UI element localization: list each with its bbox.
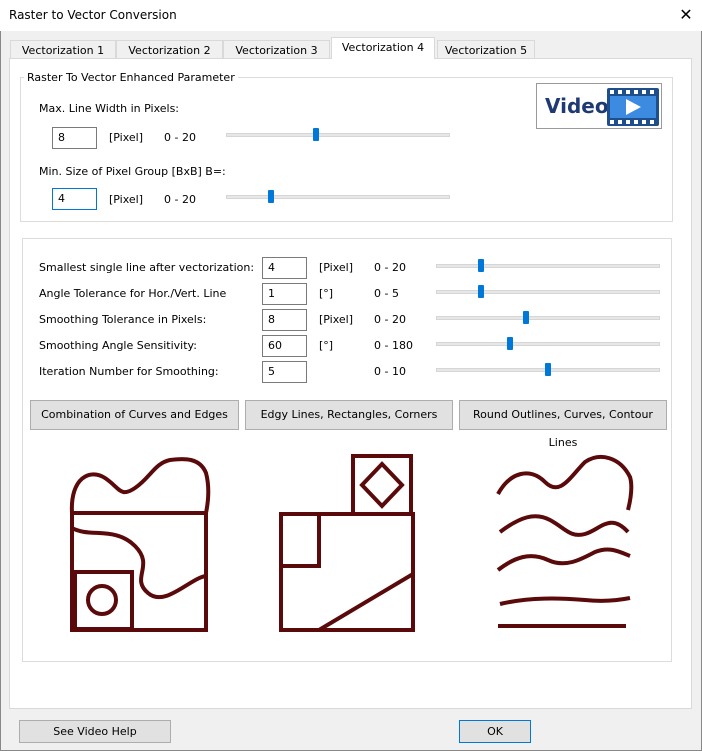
param-label: Iteration Number for Smoothing: bbox=[39, 365, 219, 378]
video-play-icon bbox=[607, 88, 659, 126]
min-pixel-group-slider-track[interactable] bbox=[226, 195, 450, 199]
param-label: Smallest single line after vectorization… bbox=[39, 261, 255, 274]
param-input[interactable]: 5 bbox=[262, 361, 307, 383]
param-label: Angle Tolerance for Hor./Vert. Line bbox=[39, 287, 227, 300]
video-button-label: Video bbox=[545, 94, 609, 118]
preset-edgy-lines-button[interactable]: Edgy Lines, Rectangles, Corners bbox=[245, 400, 453, 430]
video-button[interactable]: Video bbox=[536, 83, 662, 129]
param-input[interactable]: 60 bbox=[262, 335, 307, 357]
param-range: 0 - 20 bbox=[374, 261, 406, 274]
see-video-help-button[interactable]: See Video Help bbox=[19, 720, 171, 743]
window-title: Raster to Vector Conversion bbox=[9, 8, 177, 22]
param-slider-thumb[interactable] bbox=[507, 337, 513, 350]
max-line-width-slider-track[interactable] bbox=[226, 133, 450, 137]
tab-vectorization-2[interactable]: Vectorization 2 bbox=[116, 40, 223, 59]
param-slider-thumb[interactable] bbox=[478, 285, 484, 298]
param-unit: [°] bbox=[319, 339, 334, 352]
preset-curves-edges-button[interactable]: Combination of Curves and Edges bbox=[30, 400, 239, 430]
max-line-width-range: 0 - 20 bbox=[164, 131, 196, 144]
param-slider-thumb[interactable] bbox=[523, 311, 529, 324]
param-slider-track[interactable] bbox=[436, 342, 660, 346]
param-range: 0 - 5 bbox=[374, 287, 399, 300]
min-pixel-group-input[interactable]: 4 bbox=[52, 188, 97, 210]
param-slider-track[interactable] bbox=[436, 290, 660, 294]
round-outlines-illustration bbox=[496, 455, 634, 628]
min-pixel-group-slider-thumb[interactable] bbox=[268, 190, 274, 203]
tab-vectorization-5[interactable]: Vectorization 5 bbox=[437, 40, 535, 59]
max-line-width-input[interactable]: 8 bbox=[52, 127, 97, 149]
tab-vectorization-4[interactable]: Vectorization 4 bbox=[331, 37, 435, 59]
enhanced-group-label: Raster To Vector Enhanced Parameter bbox=[24, 71, 238, 84]
max-line-width-slider-thumb[interactable] bbox=[313, 128, 319, 141]
close-icon[interactable]: ✕ bbox=[674, 3, 698, 27]
param-slider-thumb[interactable] bbox=[545, 363, 551, 376]
ok-button[interactable]: OK bbox=[459, 720, 531, 743]
param-range: 0 - 10 bbox=[374, 365, 406, 378]
min-pixel-group-range: 0 - 20 bbox=[164, 193, 196, 206]
param-slider-thumb[interactable] bbox=[478, 259, 484, 272]
param-unit: [Pixel] bbox=[319, 261, 354, 274]
param-input[interactable]: 8 bbox=[262, 309, 307, 331]
curves-edges-illustration bbox=[69, 457, 211, 632]
param-label: Smoothing Tolerance in Pixels: bbox=[39, 313, 207, 326]
min-pixel-group-label: Min. Size of Pixel Group [BxB] B=: bbox=[39, 165, 226, 178]
param-slider-track[interactable] bbox=[436, 316, 660, 320]
tab-vectorization-3[interactable]: Vectorization 3 bbox=[223, 40, 330, 59]
max-line-width-unit: [Pixel] bbox=[109, 131, 144, 144]
param-range: 0 - 20 bbox=[374, 313, 406, 326]
param-input[interactable]: 1 bbox=[262, 283, 307, 305]
tab-vectorization-1[interactable]: Vectorization 1 bbox=[10, 40, 116, 59]
param-label: Smoothing Angle Sensitivity: bbox=[39, 339, 197, 352]
preset-round-outlines-button[interactable]: Round Outlines, Curves, Contour Lines bbox=[459, 400, 667, 449]
param-unit: [°] bbox=[319, 287, 334, 300]
edgy-lines-illustration bbox=[279, 454, 415, 632]
param-input[interactable]: 4 bbox=[262, 257, 307, 279]
min-pixel-group-unit: [Pixel] bbox=[109, 193, 144, 206]
param-unit: [Pixel] bbox=[319, 313, 354, 326]
max-line-width-label: Max. Line Width in Pixels: bbox=[39, 102, 180, 115]
param-range: 0 - 180 bbox=[374, 339, 413, 352]
param-slider-track[interactable] bbox=[436, 264, 660, 268]
